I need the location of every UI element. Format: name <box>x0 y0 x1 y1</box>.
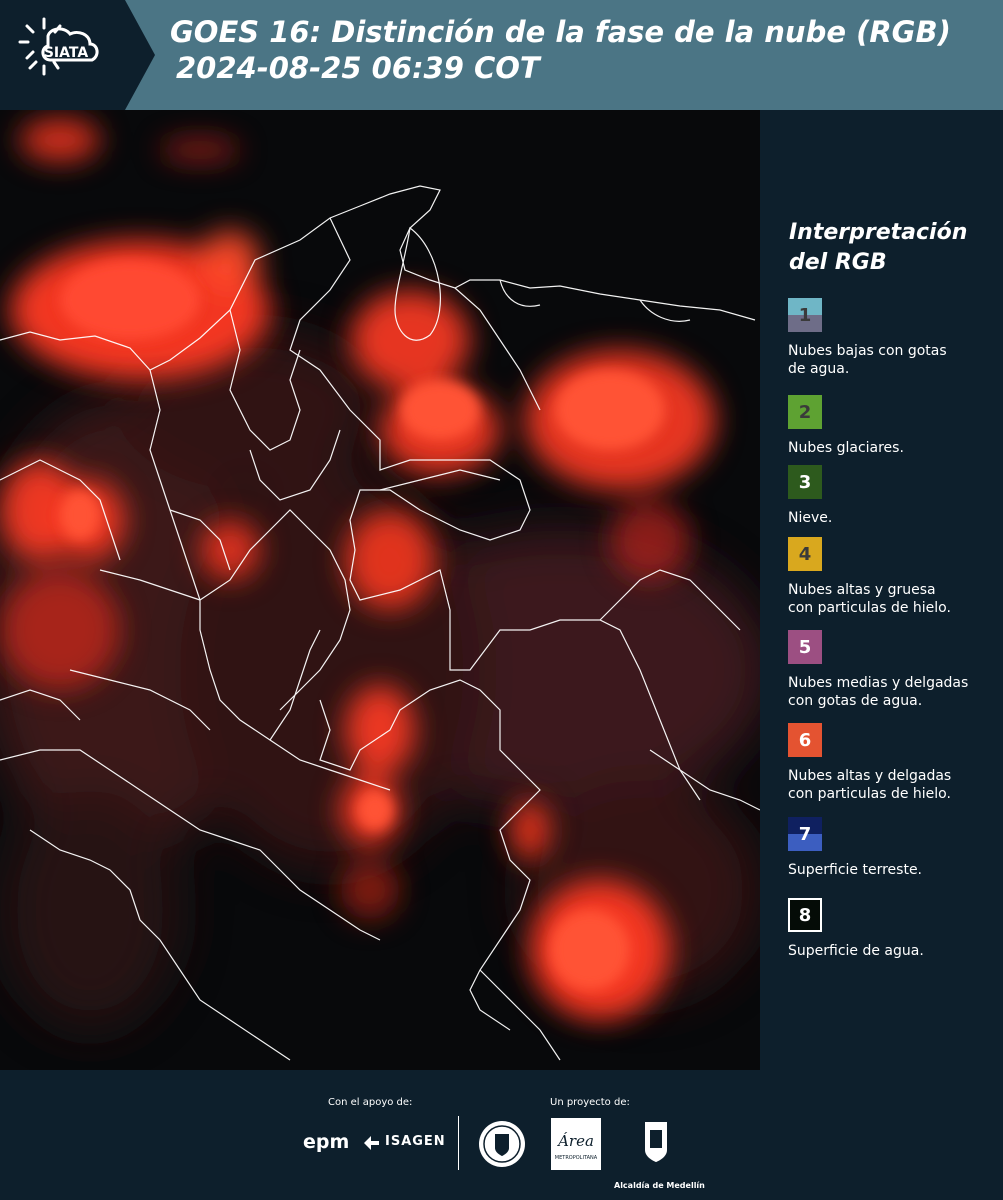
legend-number: 7 <box>798 823 812 845</box>
legend-label: Superficie de agua. <box>788 942 1000 960</box>
legend-number: 3 <box>798 471 812 493</box>
rgb-satellite-image <box>0 110 760 1070</box>
legend-title: Interpretación del RGB <box>789 218 967 278</box>
legend-label-line-1: Nubes altas y gruesa <box>788 582 936 598</box>
legend-title-line-1: Interpretación <box>789 220 968 245</box>
legend-title-line-2: del RGB <box>789 250 887 275</box>
legend-label-line-1: Nubes altas y delgadas <box>788 768 952 784</box>
legend-number: 5 <box>798 636 812 658</box>
legend-number: 2 <box>798 401 812 423</box>
area-logo-text: Área <box>556 1132 594 1150</box>
area-metropolitana-logo: Área METROPOLITANA <box>551 1118 601 1170</box>
legend-item-3: 3 Nieve. <box>788 465 1000 527</box>
legend-swatch-7: 7 <box>788 817 822 851</box>
legend-swatch-2: 2 <box>788 395 822 429</box>
legend-item-2: 2 Nubes glaciares. <box>788 395 1000 457</box>
legend-number: 6 <box>798 729 812 751</box>
legend-label-line-1: Superficie terreste. <box>788 862 923 878</box>
legend-label-line-2: con gotas de agua. <box>788 693 923 709</box>
title-line-1: GOES 16: Distinción de la fase de la nub… <box>170 15 951 49</box>
legend-label: Nubes altas y delgadas con particulas de … <box>788 767 1000 803</box>
legend-number: 8 <box>798 904 812 926</box>
legend-item-7: 7 Superficie terreste. <box>788 817 1000 879</box>
legend-swatch-1: 1 <box>788 298 822 332</box>
legend-label: Nubes altas y gruesa con particulas de hi… <box>788 581 1000 617</box>
area-logo-sub: METROPOLITANA <box>555 1155 598 1161</box>
support-label: Con el apoyo de: <box>328 1097 413 1108</box>
header-bar: SIATA GOES 16: Distinción de la fase de … <box>0 0 1003 110</box>
satellite-map <box>0 110 760 1070</box>
legend-item-8: 8 Superficie de agua. <box>788 898 1000 960</box>
legend-panel: Interpretación del RGB 1 Nubes bajas con … <box>760 110 1003 1070</box>
legend-swatch-3: 3 <box>788 465 822 499</box>
alcaldia-crest-icon <box>645 1122 667 1162</box>
legend-swatch-8: 8 <box>788 898 822 932</box>
title-line-2: 2024-08-25 06:39 COT <box>176 51 540 85</box>
epm-logo: epm <box>303 1131 350 1153</box>
legend-label: Nubes glaciares. <box>788 439 1000 457</box>
siata-logo: SIATA <box>0 0 155 110</box>
medellin-seal-icon <box>479 1121 525 1167</box>
legend-item-4: 4 Nubes altas y gruesa con particulas de h… <box>788 537 1000 617</box>
footer-divider <box>458 1116 459 1170</box>
legend-label-line-1: Superficie de agua. <box>788 943 924 959</box>
legend-label: Nubes bajas con gotas de agua. <box>788 342 1000 378</box>
legend-number: 1 <box>798 304 812 326</box>
legend-label-line-2: de agua. <box>788 361 850 377</box>
footer-sponsors: Con el apoyo de: Un proyecto de: epm ISA… <box>0 1070 1003 1200</box>
legend-item-1: 1 Nubes bajas con gotas de agua. <box>788 298 1000 378</box>
legend-item-5: 5 Nubes medias y delgadas con gotas de agu… <box>788 630 1000 710</box>
legend-swatch-4: 4 <box>788 537 822 571</box>
siata-logo-text: SIATA <box>44 45 89 61</box>
legend-item-6: 6 Nubes altas y delgadas con particulas de… <box>788 723 1000 803</box>
isagen-logo: ISAGEN <box>385 1134 446 1149</box>
legend-number: 4 <box>798 543 812 565</box>
project-label: Un proyecto de: <box>550 1097 630 1108</box>
legend-label: Nubes medias y delgadas con gotas de agua… <box>788 674 1000 710</box>
alcaldia-label: Alcaldía de Medellín <box>614 1181 705 1190</box>
isagen-mark-icon <box>364 1136 379 1150</box>
legend-label-line-1: Nubes medias y delgadas <box>788 675 969 691</box>
page-title: GOES 16: Distinción de la fase de la nub… <box>170 14 951 86</box>
legend-label-line-2: con particulas de hielo. <box>788 786 951 802</box>
legend-label-line-1: Nieve. <box>788 510 833 526</box>
legend-label: Superficie terreste. <box>788 861 1000 879</box>
legend-swatch-6: 6 <box>788 723 822 757</box>
legend-label: Nieve. <box>788 509 1000 527</box>
legend-label-line-2: con particulas de hielo. <box>788 600 951 616</box>
legend-label-line-1: Nubes glaciares. <box>788 440 904 456</box>
legend-label-line-1: Nubes bajas con gotas <box>788 343 947 359</box>
legend-swatch-5: 5 <box>788 630 822 664</box>
